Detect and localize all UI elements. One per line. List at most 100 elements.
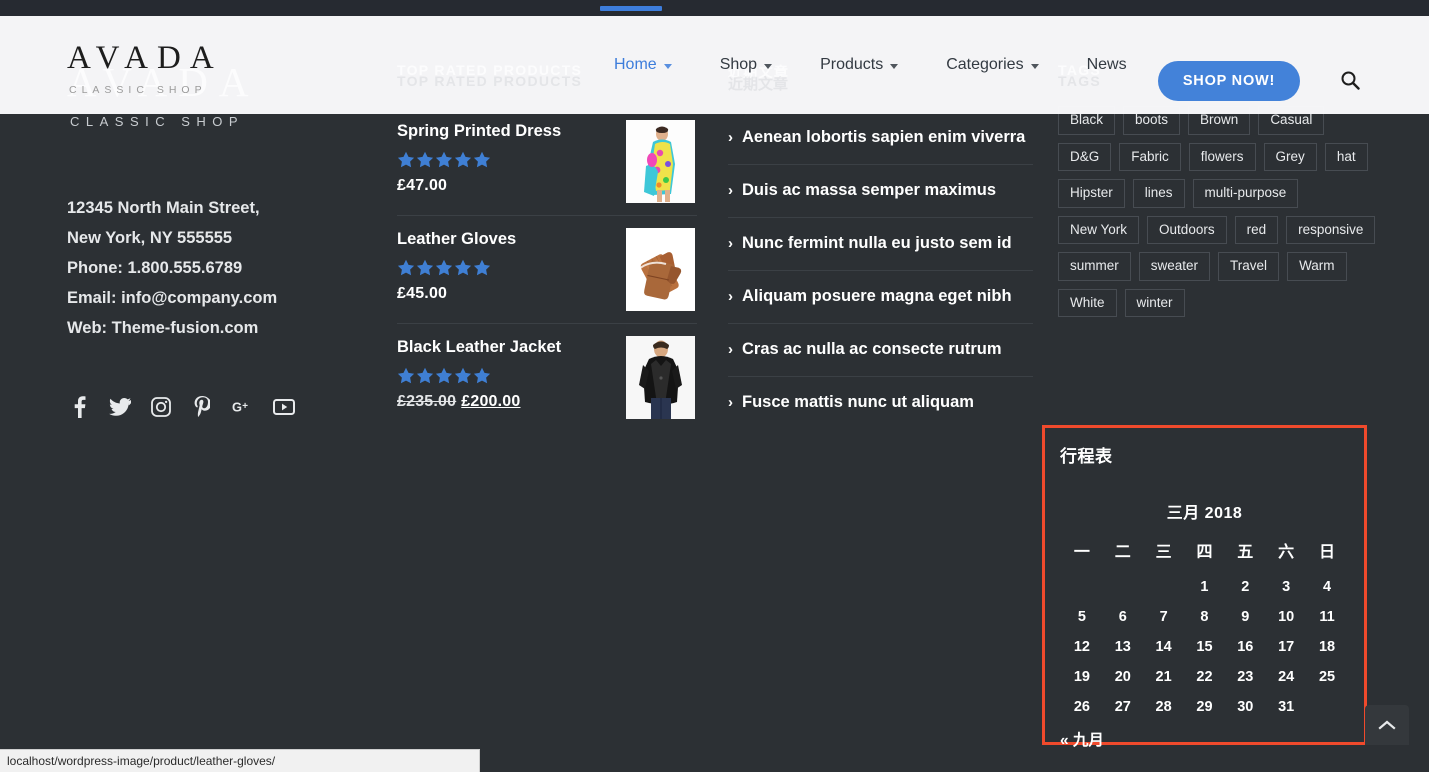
calendar-day[interactable]: 21 [1143,662,1184,692]
instagram-icon[interactable] [150,396,172,418]
calendar-day[interactable]: 7 [1143,602,1184,632]
sticky-site-header: AVADA CLASSIC SHOP Home Shop Products Ca… [0,16,1429,114]
calendar-day[interactable]: 4 [1307,572,1348,602]
post-title[interactable]: Duis ac massa semper maximus [742,181,996,200]
calendar-day[interactable]: 25 [1307,662,1348,692]
pinterest-icon[interactable] [191,396,213,418]
search-icon [1341,71,1360,90]
nav-item-shop[interactable]: Shop [696,56,796,74]
product-item[interactable]: Black Leather Jacket £235.00 £200.00 [397,324,697,432]
tag-link[interactable]: D&G [1058,142,1112,171]
list-item[interactable]: › Cras ac nulla ac consecte rutrum [728,324,1033,377]
post-title[interactable]: Nunc fermint nulla eu justo sem id [742,234,1012,253]
tag-link[interactable]: hat [1324,142,1368,171]
calendar-weekday: 四 [1196,544,1213,561]
nav-item-news[interactable]: News [1063,56,1151,74]
product-item[interactable]: Spring Printed Dress £47.00 [397,108,697,216]
list-item[interactable]: › Aenean lobortis sapien enim viverra [728,112,1033,165]
calendar-day[interactable]: 11 [1307,602,1348,632]
calendar-day[interactable]: 9 [1225,602,1266,632]
calendar-prev-month-link[interactable]: « 九月 [1060,728,1364,750]
post-title[interactable]: Fusce mattis nunc ut aliquam [742,393,974,412]
nav-item-categories[interactable]: Categories [922,56,1062,74]
calendar-day[interactable]: 30 [1225,692,1266,722]
tag-link[interactable]: multi-purpose [1192,179,1299,208]
list-item[interactable]: › Fusce mattis nunc ut aliquam [728,377,1033,429]
calendar-day[interactable]: 27 [1102,692,1143,722]
shop-now-button[interactable]: SHOP NOW! [1158,61,1300,101]
calendar-day[interactable]: 29 [1184,692,1225,722]
header-logo[interactable]: AVADA CLASSIC SHOP [67,42,367,97]
post-title[interactable]: Aenean lobortis sapien enim viverra [742,128,1025,147]
footer-address-line-2: New York, NY 555555 [67,229,233,247]
tag-link[interactable]: Fabric [1119,142,1181,171]
calendar-day[interactable]: 2 [1225,572,1266,602]
calendar-day[interactable]: 22 [1184,662,1225,692]
nav-item-products[interactable]: Products [796,56,922,74]
calendar-day[interactable]: 8 [1184,602,1225,632]
tag-link[interactable]: winter [1124,288,1185,317]
calendar-day[interactable]: 13 [1102,632,1143,662]
calendar-day[interactable]: 18 [1307,632,1348,662]
calendar-day[interactable]: 15 [1184,632,1225,662]
youtube-icon[interactable] [273,396,295,418]
tag-link[interactable]: flowers [1188,142,1256,171]
tag-link[interactable]: red [1234,215,1279,244]
product-thumbnail[interactable] [626,228,695,311]
browser-top-strip [0,0,1429,16]
footer-logo-subtitle: CLASSIC SHOP [70,114,245,129]
calendar-day[interactable]: 19 [1062,662,1103,692]
calendar-day[interactable]: 26 [1062,692,1103,722]
calendar-weekday: 日 [1319,544,1336,561]
chevron-right-icon: › [728,182,733,199]
chevron-right-icon: › [728,129,733,146]
search-button[interactable] [1338,68,1362,92]
calendar-day[interactable]: 20 [1102,662,1143,692]
tag-link[interactable]: sweater [1138,252,1211,281]
facebook-icon[interactable] [68,396,90,418]
chevron-down-icon [764,63,773,69]
post-title[interactable]: Aliquam posuere magna eget nibh [742,287,1012,306]
list-item[interactable]: › Duis ac massa semper maximus [728,165,1033,218]
googleplus-icon[interactable]: G + [232,396,254,418]
scroll-to-top-button[interactable] [1365,705,1409,745]
tag-link[interactable]: responsive [1286,215,1376,244]
calendar-day[interactable]: 14 [1143,632,1184,662]
nav-item-home[interactable]: Home [590,56,696,74]
tag-link[interactable]: Travel [1218,252,1280,281]
twitter-icon[interactable] [109,396,131,418]
calendar-day[interactable]: 23 [1225,662,1266,692]
calendar-day[interactable]: 16 [1225,632,1266,662]
calendar-day[interactable]: 3 [1266,572,1307,602]
calendar-day[interactable]: 17 [1266,632,1307,662]
product-item[interactable]: Leather Gloves £45.00 [397,216,697,324]
calendar-day[interactable]: 28 [1143,692,1184,722]
calendar-day[interactable]: 5 [1062,602,1103,632]
chevron-right-icon: › [728,394,733,411]
calendar-day[interactable]: 12 [1062,632,1103,662]
tag-link[interactable]: summer [1058,252,1131,281]
tag-link[interactable]: Warm [1287,252,1347,281]
tag-link[interactable]: Outdoors [1147,215,1227,244]
post-title[interactable]: Cras ac nulla ac consecte rutrum [742,340,1002,359]
nav-item-label: News [1086,56,1127,73]
nav-item-label: Shop [719,56,758,73]
tag-link[interactable]: Hipster [1058,179,1125,208]
main-navigation: Home Shop Products Categories News [590,16,1151,114]
calendar-week-row: 26 27 28 29 30 31 [1062,692,1348,722]
calendar-day[interactable]: 6 [1102,602,1143,632]
list-item[interactable]: › Aliquam posuere magna eget nibh [728,271,1033,324]
tag-link[interactable]: White [1058,288,1117,317]
list-item[interactable]: › Nunc fermint nulla eu justo sem id [728,218,1033,271]
tag-link[interactable]: lines [1132,179,1185,208]
active-tab-indicator[interactable] [600,6,662,11]
product-thumbnail[interactable] [626,120,695,203]
tag-link[interactable]: New York [1058,215,1140,244]
calendar-weekday: 二 [1114,544,1131,561]
calendar-day[interactable]: 1 [1184,572,1225,602]
product-thumbnail[interactable] [626,336,695,419]
tag-link[interactable]: Grey [1263,142,1317,171]
calendar-day[interactable]: 24 [1266,662,1307,692]
calendar-day[interactable]: 31 [1266,692,1307,722]
calendar-day[interactable]: 10 [1266,602,1307,632]
